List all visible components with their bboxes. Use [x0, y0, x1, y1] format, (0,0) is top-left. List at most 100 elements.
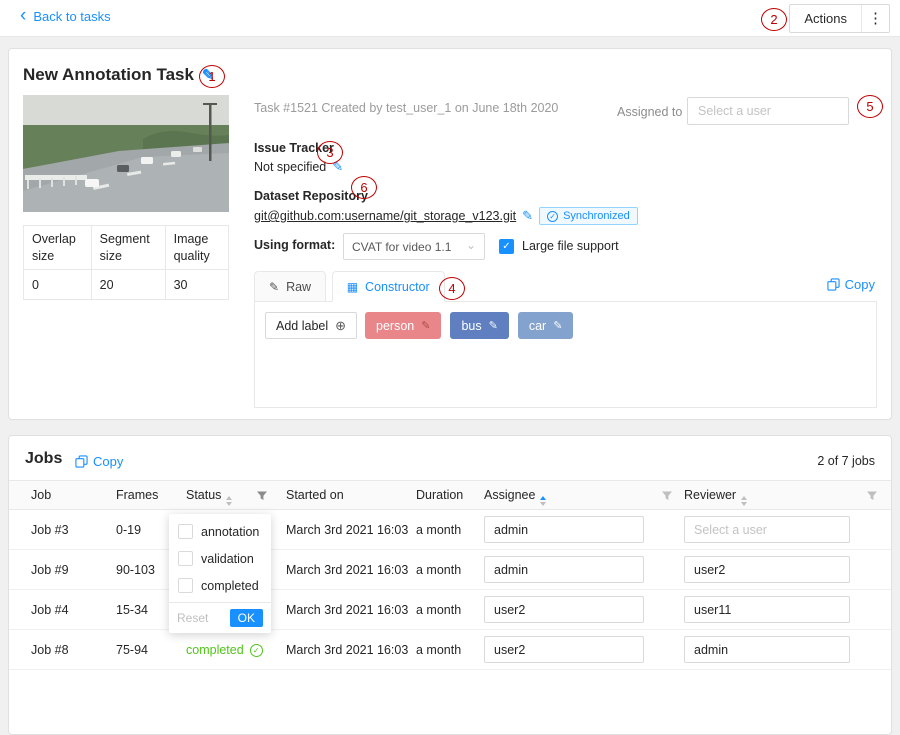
validation-checkbox[interactable]	[178, 551, 193, 566]
label-constructor-area: Add label ⊕ person ✎ bus ✎ car ✎	[254, 302, 877, 408]
status-filter-icon[interactable]	[256, 490, 268, 505]
add-label-button[interactable]: Add label ⊕	[265, 312, 357, 339]
column-frames[interactable]: Frames	[116, 488, 158, 502]
more-vertical-icon[interactable]: ⋮	[861, 5, 889, 32]
frames-value: 90-103	[116, 563, 155, 577]
actions-button[interactable]: Actions ⋮	[789, 4, 890, 33]
column-reviewer-label: Reviewer	[684, 488, 736, 502]
reviewer-select[interactable]	[684, 636, 850, 663]
column-duration[interactable]: Duration	[416, 488, 463, 502]
status-filter-dropdown: annotation validation completed Reset OK	[169, 514, 271, 633]
edit-label-icon[interactable]: ✎	[421, 319, 430, 332]
jobs-title: Jobs	[25, 450, 62, 468]
assignee-select[interactable]	[484, 556, 644, 583]
large-file-support-label: Large file support	[522, 239, 619, 253]
reviewer-select[interactable]	[684, 596, 850, 623]
annotation-circle-2: 2	[761, 8, 787, 31]
annotation-checkbox[interactable]	[178, 524, 193, 539]
label-chip-person-name: person	[376, 319, 414, 333]
annotation-circle-4: 4	[439, 277, 465, 300]
column-assignee-label: Assignee	[484, 488, 535, 502]
edit-label-icon[interactable]: ✎	[489, 319, 498, 332]
plus-circle-icon: ⊕	[335, 318, 346, 334]
label-chips-row: person ✎ bus ✎ car ✎	[365, 312, 573, 339]
synchronized-badge[interactable]: ✓ Synchronized	[539, 207, 638, 225]
annotation-circle-1: 1	[199, 65, 225, 88]
edit-label-icon[interactable]: ✎	[553, 319, 562, 332]
filter-footer: Reset OK	[169, 602, 271, 633]
label-chip-bus[interactable]: bus ✎	[450, 312, 508, 339]
reviewer-select[interactable]	[684, 516, 850, 543]
dataset-repository-url[interactable]: git@github.com:username/git_storage_v123…	[254, 209, 516, 223]
job-link[interactable]: Job #9	[31, 563, 69, 577]
reviewer-filter-icon[interactable]	[866, 490, 878, 505]
completed-option-label: completed	[201, 579, 259, 593]
using-format-label: Using format:	[254, 238, 335, 252]
label-chip-car-name: car	[529, 319, 546, 333]
status-completed-text: completed	[186, 643, 244, 657]
task-parameters-table: Overlap size Segment size Image quality …	[23, 225, 229, 300]
job-link[interactable]: Job #8	[31, 643, 69, 657]
filter-option-completed[interactable]: completed	[169, 572, 271, 599]
constructor-icon: ▦	[347, 280, 358, 294]
label-chip-person[interactable]: person ✎	[365, 312, 441, 339]
back-to-tasks-link[interactable]: ‹ Back to tasks	[20, 9, 111, 24]
tab-constructor[interactable]: ▦ Constructor	[332, 271, 445, 302]
assignee-filter-icon[interactable]	[661, 490, 673, 505]
filter-reset-button[interactable]: Reset	[177, 611, 208, 625]
image-quality-value: 30	[165, 270, 228, 300]
filter-option-validation[interactable]: validation	[169, 545, 271, 572]
duration-value: a month	[416, 643, 461, 657]
jobs-card: Jobs Copy 2 of 7 jobs Job Frames Status …	[8, 435, 892, 735]
column-status[interactable]: Status	[186, 488, 232, 506]
job-link[interactable]: Job #3	[31, 523, 69, 537]
assigned-to-label: Assigned to	[617, 105, 682, 119]
image-quality-header: Image quality	[165, 226, 228, 270]
segment-size-value: 20	[91, 270, 165, 300]
sort-icon[interactable]	[741, 496, 747, 506]
reviewer-select[interactable]	[684, 556, 850, 583]
tab-raw[interactable]: ✎ Raw	[254, 271, 326, 302]
edit-repository-icon[interactable]: ✎	[522, 208, 533, 224]
copy-jobs-link[interactable]: Copy	[75, 454, 123, 469]
label-chip-car[interactable]: car ✎	[518, 312, 574, 339]
sort-icon[interactable]	[540, 496, 546, 506]
column-job[interactable]: Job	[31, 488, 51, 502]
table-row: Job #4 15-34 March 3rd 2021 16:03 a mont…	[9, 590, 891, 630]
jobs-count: 2 of 7 jobs	[817, 454, 875, 468]
started-on-value: March 3rd 2021 16:03	[286, 643, 408, 657]
actions-label: Actions	[790, 11, 861, 26]
sort-icon[interactable]	[226, 496, 232, 506]
job-link[interactable]: Job #4	[31, 603, 69, 617]
validation-option-label: validation	[201, 552, 254, 566]
back-to-tasks-label: Back to tasks	[33, 9, 110, 24]
overlap-size-value: 0	[24, 270, 92, 300]
assignee-select[interactable]	[484, 516, 644, 543]
annotation-circle-6: 6	[351, 176, 377, 199]
filter-option-annotation[interactable]: annotation	[169, 518, 271, 545]
copy-labels-link[interactable]: Copy	[827, 277, 875, 292]
sync-check-icon: ✓	[547, 211, 558, 222]
column-reviewer[interactable]: Reviewer	[684, 488, 747, 506]
frames-value: 15-34	[116, 603, 148, 617]
filter-ok-button[interactable]: OK	[230, 609, 263, 627]
assigned-to-input[interactable]	[687, 97, 849, 125]
format-select[interactable]: CVAT for video 1.1 ⌄	[343, 233, 485, 260]
assignee-select[interactable]	[484, 636, 644, 663]
completed-checkbox[interactable]	[178, 578, 193, 593]
copy-icon	[827, 278, 840, 291]
dataset-repository-row: git@github.com:username/git_storage_v123…	[254, 207, 638, 225]
assignee-select[interactable]	[484, 596, 644, 623]
check-icon: ✓	[502, 241, 510, 252]
label-chip-bus-name: bus	[461, 319, 481, 333]
column-assignee[interactable]: Assignee	[484, 488, 546, 506]
column-started-on[interactable]: Started on	[286, 488, 344, 502]
overlap-size-header: Overlap size	[24, 226, 92, 270]
column-status-label: Status	[186, 488, 221, 502]
task-meta-text: Task #1521 Created by test_user_1 on Jun…	[254, 101, 558, 115]
add-label-text: Add label	[276, 319, 328, 333]
large-file-support-checkbox[interactable]: ✓	[499, 239, 514, 254]
duration-value: a month	[416, 563, 461, 577]
task-preview-image	[23, 95, 229, 212]
check-circle-icon: ✓	[250, 644, 263, 657]
